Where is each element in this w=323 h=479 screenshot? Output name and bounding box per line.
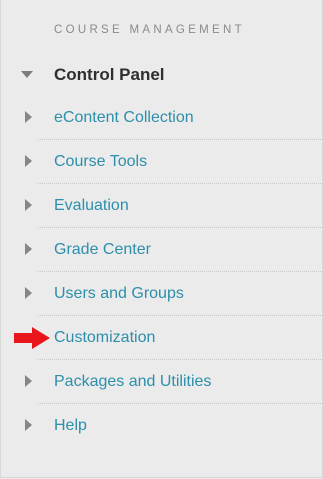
menu-item-label[interactable]: Help <box>54 417 87 435</box>
control-panel-label[interactable]: Control Panel <box>54 65 165 85</box>
triangle-right-icon[interactable] <box>25 375 32 387</box>
menu-item-evaluation[interactable]: Evaluation <box>0 184 323 228</box>
menu-item-label[interactable]: Packages and Utilities <box>54 373 211 391</box>
red-arrow-icon <box>14 327 50 349</box>
menu-item-label[interactable]: Customization <box>54 329 155 347</box>
menu-item-packages-and-utilities[interactable]: Packages and Utilities <box>0 360 323 404</box>
menu-item-users-and-groups[interactable]: Users and Groups <box>0 272 323 316</box>
menu-item-econtent-collection[interactable]: eContent Collection <box>0 96 323 140</box>
control-panel-menu: eContent Collection Course Tools Evaluat… <box>0 96 323 448</box>
triangle-right-icon[interactable] <box>25 155 32 167</box>
triangle-right-icon[interactable] <box>25 419 32 431</box>
menu-item-label[interactable]: Users and Groups <box>54 285 184 303</box>
menu-item-label[interactable]: Evaluation <box>54 197 129 215</box>
triangle-down-icon[interactable] <box>21 71 33 78</box>
menu-item-customization[interactable]: Customization <box>0 316 323 360</box>
menu-item-label[interactable]: Grade Center <box>54 241 151 259</box>
menu-item-grade-center[interactable]: Grade Center <box>0 228 323 272</box>
menu-item-label[interactable]: Course Tools <box>54 153 147 171</box>
triangle-right-icon[interactable] <box>25 111 32 123</box>
menu-item-help[interactable]: Help <box>0 404 323 448</box>
control-panel-header[interactable]: Control Panel <box>0 58 323 92</box>
triangle-right-icon[interactable] <box>25 199 32 211</box>
triangle-right-icon[interactable] <box>25 243 32 255</box>
menu-item-course-tools[interactable]: Course Tools <box>0 140 323 184</box>
menu-item-label[interactable]: eContent Collection <box>54 109 194 127</box>
triangle-right-icon[interactable] <box>25 287 32 299</box>
course-management-panel: COURSE MANAGEMENT Control Panel eContent… <box>0 0 323 479</box>
section-heading: COURSE MANAGEMENT <box>54 24 245 36</box>
